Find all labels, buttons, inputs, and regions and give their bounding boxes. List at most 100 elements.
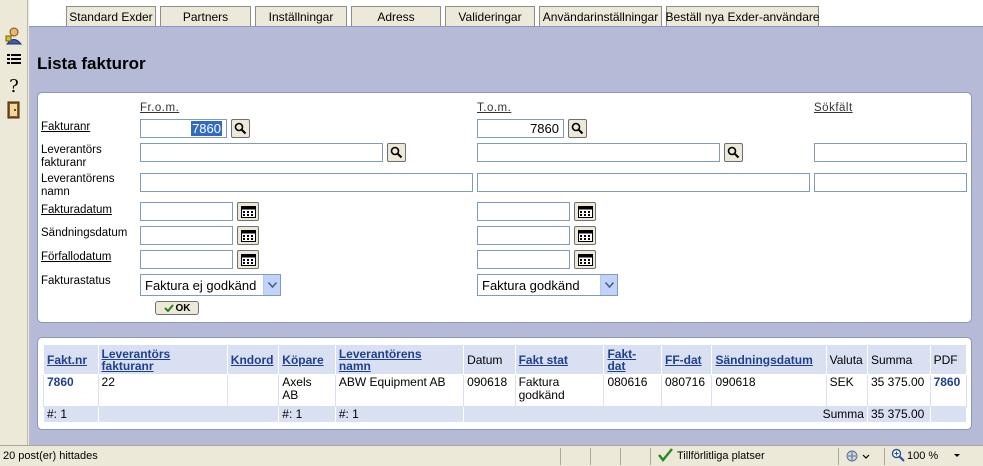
leverantorens-namn-from-input[interactable] [140,173,473,192]
col-header-valuta: Valuta [825,344,868,375]
help-icon[interactable]: ? [4,76,24,97]
fakturanr-from-input[interactable]: 7860 [140,119,227,138]
zoom-level-text[interactable]: 100 % [907,450,938,462]
leverantors-fakturanr-search-input[interactable] [814,143,967,162]
exit-door-icon[interactable] [4,100,24,120]
zoom-icon[interactable] [891,448,905,465]
table-row: 7860 22 Axels AB ABW Equipment AB 090618 … [43,374,968,407]
status-bar: 20 post(er) hittades Tillförlitliga plat… [0,445,983,466]
col-header-leverantorens-namn[interactable]: Leverantörens namn [334,344,465,375]
leverantors-fakturanr-to-lookup-button[interactable] [724,143,743,162]
footer-count-fakt-nr: #: 1 [43,406,99,423]
fakturastatus-label: Fakturastatus [41,275,111,287]
leverantors-fakturanr-from-input[interactable] [140,143,383,162]
leverantorens-namn-search-input[interactable] [814,173,967,192]
cell-sandningsdatum: 090618 [711,374,827,407]
footer-summa-label: Summa [463,406,868,423]
sandningsdatum-to-calendar-button[interactable] [574,226,596,245]
ok-button[interactable]: OK [155,301,199,315]
fakturanr-to-lookup-button[interactable] [568,119,587,138]
tab-partners[interactable]: Partners [160,6,251,26]
col-header-kndord[interactable]: Kndord [226,344,280,375]
trusted-sites-check-icon [658,448,673,465]
col-header-ff-dat[interactable]: FF-dat [660,344,713,375]
cell-lev-namn: ABW Equipment AB [334,374,465,407]
calendar-icon [240,253,256,266]
tab-standard-exder[interactable]: Standard Exder [66,6,156,26]
cell-ff-dat: 080716 [660,374,713,407]
calendar-icon [240,229,256,242]
fakturadatum-to-input[interactable] [477,202,570,221]
cell-pdf-link[interactable]: 7860 [929,374,968,407]
results-panel: Fakt.nr Leverantörs fakturanr Kndord Köpa… [37,337,972,430]
cell-kopare: Axels AB [278,374,336,407]
forfallodatum-from-input[interactable] [140,250,233,269]
fakturastatus-to-select[interactable]: Faktura godkänd [477,274,618,296]
search-panel: Fr.o.m. T.o.m. Sökfält Fakturanr 7860 78… [37,92,972,323]
tab-valideringar[interactable]: Valideringar [445,6,535,26]
sandningsdatum-label: Sändningsdatum [41,227,128,239]
fakturanr-to-input[interactable]: 7860 [477,119,564,138]
col-header-kopare[interactable]: Köpare [278,344,336,375]
forfallodatum-to-calendar-button[interactable] [574,250,596,269]
leverantors-fakturanr-to-input[interactable] [477,143,720,162]
fakturanr-label: Fakturanr [41,121,91,133]
col-header-pdf: PDF [929,344,968,375]
footer-count-lev-namn: #: 1 [334,406,465,423]
magnifier-icon [234,122,247,135]
sandningsdatum-to-input[interactable] [477,226,570,245]
chevron-down-icon[interactable] [953,449,961,464]
magnifier-icon [571,122,584,135]
cell-fakt-dat: 080616 [603,374,662,407]
footer-count-kopare: #: 1 [278,406,336,423]
tab-installningar[interactable]: Inställningar [255,6,347,26]
tab-bestall-nya-exder-anvandare[interactable]: Beställ nya Exder-användare [665,6,820,26]
leverantors-fakturanr-from-lookup-button[interactable] [387,143,406,162]
fakturanr-from-lookup-button[interactable] [231,119,250,138]
col-header-leverantors-fakturanr[interactable]: Leverantörs fakturanr [97,344,228,375]
left-toolbar: ? [0,0,28,445]
tab-anvandarinstallningar[interactable]: Användarinställningar [539,6,662,26]
table-footer-row: #: 1 #: 1 #: 1 Summa 35 375.00 [43,406,968,423]
cell-fakt-nr-link[interactable]: 7860 [43,374,99,407]
leverantorens-namn-to-input[interactable] [477,173,810,192]
col-header-fakt-dat[interactable]: Fakt-dat [603,344,662,375]
cell-datum: 090618 [463,374,516,407]
magnifier-icon [390,146,403,159]
leverantors-fakturanr-label: Leverantörs fakturanr [41,144,102,169]
cell-fakt-stat: Faktura godkänd [514,374,605,407]
col-header-fakt-nr[interactable]: Fakt.nr [43,344,99,375]
sandningsdatum-from-input[interactable] [140,226,233,245]
col-header-sandningsdatum[interactable]: Sändningsdatum [711,344,827,375]
chevron-down-icon [263,275,280,295]
calendar-icon [577,229,593,242]
sandningsdatum-from-calendar-button[interactable] [237,226,259,245]
list-icon[interactable] [4,50,24,70]
protected-mode-icon[interactable] [846,449,870,466]
table-header-row: Fakt.nr Leverantörs fakturanr Kndord Köpa… [43,344,968,375]
fakturadatum-from-input[interactable] [140,202,233,221]
chevron-down-icon [600,275,617,295]
user-settings-icon[interactable] [4,26,24,46]
security-zone-text: Tillförlitliga platser [677,450,765,462]
invoice-table: Fakt.nr Leverantörs fakturanr Kndord Köpa… [43,344,968,423]
footer-empty-pdf [929,406,968,423]
cell-summa: 35 375.00 [866,374,931,407]
tab-adress[interactable]: Adress [351,6,441,26]
from-header: Fr.o.m. [140,102,180,114]
fakturadatum-label: Fakturadatum [41,204,112,216]
search-field-header: Sökfält [814,102,853,114]
fakturadatum-from-calendar-button[interactable] [237,202,259,221]
calendar-icon [577,253,593,266]
fakturastatus-from-select[interactable]: Faktura ej godkänd [140,274,281,296]
leverantorens-namn-label: Leverantörens namn [41,173,115,198]
forfallodatum-to-input[interactable] [477,250,570,269]
footer-empty [97,406,280,423]
col-header-fakt-stat[interactable]: Fakt stat [514,344,605,375]
cell-valuta: SEK [825,374,868,407]
fakturadatum-to-calendar-button[interactable] [574,202,596,221]
footer-summa-value: 35 375.00 [866,406,931,423]
col-header-datum: Datum [463,344,516,375]
status-text: 20 post(er) hittades [3,450,98,462]
forfallodatum-from-calendar-button[interactable] [237,250,259,269]
